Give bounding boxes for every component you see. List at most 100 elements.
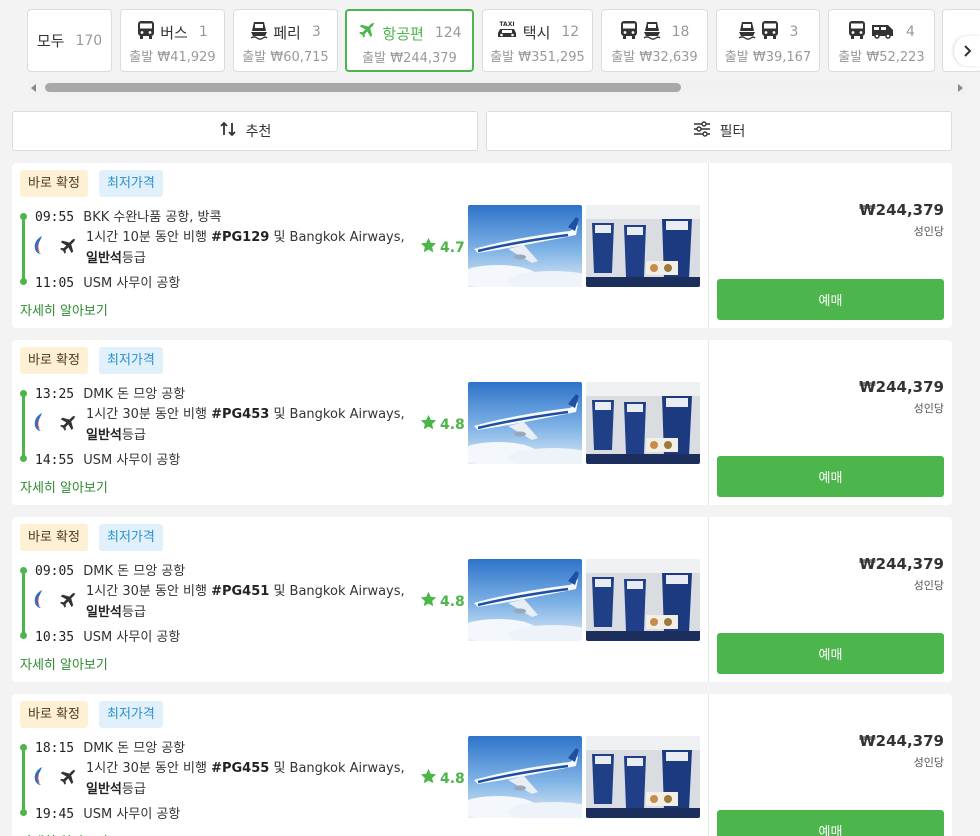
arrival-dot (20, 809, 27, 816)
arrival-row: 14:55 USM 사무이 공항 (35, 449, 180, 468)
details-link[interactable]: 자세히 알아보기 (20, 477, 108, 496)
cabin-seats-photo[interactable] (586, 559, 700, 641)
price: ₩244,379 (859, 378, 944, 396)
bus-icon (137, 20, 155, 44)
arrival-place: USM 사무이 공항 (83, 276, 181, 291)
tab-price: 출발 ₩244,379 (362, 51, 457, 66)
taxi-icon: TAXI (496, 20, 518, 44)
sort-label: 추천 (245, 124, 272, 140)
tab-count: 3 (311, 24, 321, 40)
tab-label: 버스 (160, 23, 188, 42)
tab-label: 항공편 (382, 24, 424, 43)
tab-all[interactable]: 모두 170 (27, 9, 112, 72)
bangkok-airways-logo-icon (32, 235, 46, 259)
tab-price: 출발 ₩32,639 (611, 50, 698, 65)
airplane-icon (58, 237, 78, 261)
book-button[interactable]: 예매 (717, 810, 944, 836)
tab-bus-ferry-top: 18 (602, 20, 707, 44)
transport-tabs: 모두 170 버스 1 출발 ₩41,929 페리 3 출발 ₩60,715 항… (0, 0, 980, 80)
seat-class: 일반석 (86, 251, 122, 266)
tab-count: 12 (561, 24, 580, 40)
details-link[interactable]: 자세히 알아보기 (20, 300, 108, 319)
star-icon (420, 768, 437, 789)
seat-class: 일반석 (86, 782, 122, 797)
bus-icon (848, 20, 866, 44)
departure-row: 09:05 DMK 돈 므앙 공항 (35, 560, 185, 579)
airplane-photo[interactable] (468, 559, 582, 641)
cabin-seats-photo[interactable] (586, 382, 700, 464)
arrival-dot (20, 632, 27, 639)
arrival-dot (20, 455, 27, 462)
departure-row: 13:25 DMK 돈 므앙 공항 (35, 383, 185, 402)
flight-number: #PG453 (211, 407, 270, 422)
departure-place: DMK 돈 므앙 공항 (83, 564, 186, 579)
departure-place: DMK 돈 므앙 공항 (83, 741, 186, 756)
seat-class-suffix: 등급 (121, 251, 146, 266)
price-unit: 성인당 (913, 225, 944, 238)
tab-ferry[interactable]: 페리 3 출발 ₩60,715 (233, 9, 338, 72)
departure-place: BKK 수완나품 공항, 방콕 (83, 210, 222, 225)
arrival-place: USM 사무이 공항 (83, 630, 181, 645)
instant-confirm-badge: 바로 확정 (20, 701, 88, 728)
book-button[interactable]: 예매 (717, 279, 944, 320)
details-link[interactable]: 자세히 알아보기 (20, 831, 108, 836)
route-line (22, 217, 25, 283)
tabs-horizontal-scrollbar[interactable] (28, 80, 966, 95)
tab-taxi[interactable]: TAXI 택시 12 출발 ₩351,295 (482, 9, 593, 72)
ferry-icon (738, 20, 756, 44)
departure-time: 09:55 (35, 210, 75, 225)
sort-button[interactable]: 추천 (12, 111, 478, 151)
price-unit: 성인당 (913, 402, 944, 415)
tab-bus-ferry[interactable]: 18 출발 ₩32,639 (601, 9, 708, 72)
flight-description: 1시간 30분 동안 비행 #PG453 및 Bangkok Airways, … (86, 404, 412, 446)
scrollbar-thumb[interactable] (45, 83, 681, 92)
filter-label: 필터 (719, 124, 746, 140)
book-button[interactable]: 예매 (717, 633, 944, 674)
tab-ferry-bus[interactable]: 3 출발 ₩39,167 (716, 9, 820, 72)
flight-number: #PG129 (211, 230, 270, 245)
tab-bus-top: 버스 1 (121, 20, 224, 44)
departure-row: 18:15 DMK 돈 므앙 공항 (35, 737, 185, 756)
flight-result-card: 바로 확정 최저가격 09:05 DMK 돈 므앙 공항 1시간 30분 동안 … (12, 517, 952, 682)
tab-bus-van[interactable]: 4 출발 ₩52,223 (828, 9, 935, 72)
scroll-left-arrow-icon[interactable] (31, 84, 36, 92)
svg-text:TAXI: TAXI (499, 21, 514, 28)
book-button[interactable]: 예매 (717, 456, 944, 497)
tab-count: 4 (906, 24, 915, 40)
rating: 4.8 (420, 414, 465, 435)
flight-result-card: 바로 확정 최저가격 18:15 DMK 돈 므앙 공항 1시간 30분 동안 … (12, 694, 952, 836)
tabs-scroll-right-button[interactable] (954, 36, 980, 66)
flight-number: #PG451 (211, 584, 270, 599)
lowest-price-badge: 최저가격 (99, 170, 163, 197)
rating-value: 4.8 (440, 593, 465, 610)
airplane-photo[interactable] (468, 736, 582, 818)
price-panel: ₩244,379 성인당 예매 (708, 340, 952, 505)
tab-count: 124 (434, 25, 462, 41)
instant-confirm-badge: 바로 확정 (20, 170, 88, 197)
route-line (22, 394, 25, 460)
rating: 4.8 (420, 591, 465, 612)
arrival-place: USM 사무이 공항 (83, 807, 181, 822)
cabin-seats-photo[interactable] (586, 736, 700, 818)
tab-flight[interactable]: 항공편 124 출발 ₩244,379 (345, 9, 474, 72)
tab-ferry-bus-top: 3 (717, 20, 819, 44)
arrival-row: 10:35 USM 사무이 공항 (35, 626, 180, 645)
departure-dot (20, 744, 27, 751)
airplane-photo[interactable] (468, 205, 582, 287)
departure-dot (20, 390, 27, 397)
departure-row: 09:55 BKK 수완나품 공항, 방콕 (35, 206, 221, 225)
flight-result-card: 바로 확정 최저가격 13:25 DMK 돈 므앙 공항 1시간 30분 동안 … (12, 340, 952, 505)
tab-label: 택시 (522, 23, 551, 42)
tab-price: 출발 ₩351,295 (490, 50, 585, 65)
carrier-name: 및 Bangkok Airways, (273, 407, 405, 422)
details-link[interactable]: 자세히 알아보기 (20, 654, 108, 673)
tab-bus[interactable]: 버스 1 출발 ₩41,929 (120, 9, 225, 72)
tab-price: 출발 ₩60,715 (242, 50, 329, 65)
cabin-seats-photo[interactable] (586, 205, 700, 287)
tab-label: 페리 (273, 23, 301, 42)
airplane-photo[interactable] (468, 382, 582, 464)
scroll-right-arrow-icon[interactable] (958, 84, 963, 92)
tab-all-top: 모두 170 (28, 10, 111, 71)
filter-button[interactable]: 필터 (486, 111, 952, 151)
flight-result-card: 바로 확정 최저가격 09:55 BKK 수완나품 공항, 방콕 1시간 10분… (12, 163, 952, 328)
